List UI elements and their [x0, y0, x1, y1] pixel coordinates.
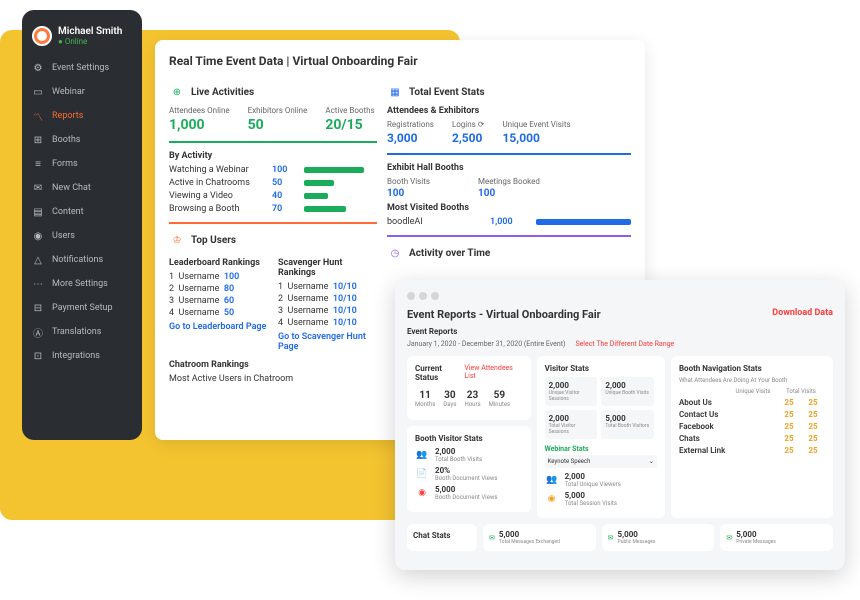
nav-icon: ✉: [32, 182, 44, 194]
nav-icon: 〽: [32, 110, 44, 122]
chat-icon: ✉: [489, 534, 495, 542]
chat-icon: ✉: [608, 534, 614, 542]
nav-webinar[interactable]: ▭Webinar: [22, 80, 142, 104]
window-dots: [407, 292, 833, 300]
nav-integrations[interactable]: ⊡Integrations: [22, 344, 142, 368]
nav-forms[interactable]: ≡Forms: [22, 152, 142, 176]
nav-icon: △: [32, 254, 44, 266]
globe-icon: ⊕: [169, 84, 185, 100]
nav-icon: ⊟: [32, 302, 44, 314]
view-attendees-link[interactable]: View Attendees List: [464, 364, 522, 386]
stat-icon: 👥: [415, 448, 429, 462]
nav-payment-setup[interactable]: ⊟Payment Setup: [22, 296, 142, 320]
trophy-icon: ♔: [169, 232, 185, 248]
download-button[interactable]: Download Data: [772, 308, 833, 318]
profile-status: ● Online: [58, 37, 122, 46]
stat-icon: ◉: [545, 492, 559, 506]
reports-title: Event Reports - Virtual Onboarding Fair: [407, 308, 674, 321]
nav-notifications[interactable]: △Notifications: [22, 248, 142, 272]
nav-icon: ◉: [32, 230, 44, 242]
profile[interactable]: Michael Smith ● Online: [22, 20, 142, 52]
nav-icon: ≡: [32, 158, 44, 170]
nav-more-settings[interactable]: ⋯More Settings: [22, 272, 142, 296]
leaderboard-link[interactable]: Go to Leaderboard Page: [169, 322, 268, 332]
nav-booths[interactable]: ⊞Booths: [22, 128, 142, 152]
chart-icon: ▦: [387, 84, 403, 100]
nav-reports[interactable]: 〽Reports: [22, 104, 142, 128]
chevron-down-icon: ⌄: [649, 458, 654, 465]
chat-icon: ✉: [726, 534, 732, 542]
select-date-link[interactable]: Select The Different Date Range: [575, 340, 674, 348]
page-title: Real Time Event Data | Virtual Onboardin…: [169, 54, 631, 68]
stat-icon: 📄: [415, 467, 429, 481]
nav-icon: ▭: [32, 86, 44, 98]
reports-card: Event Reports - Virtual Onboarding Fair …: [395, 280, 845, 570]
avatar: [32, 26, 52, 46]
nav-users[interactable]: ◉Users: [22, 224, 142, 248]
nav-event-settings[interactable]: ⚙Event Settings: [22, 56, 142, 80]
nav-icon: ⊡: [32, 350, 44, 362]
stat-icon: ◉: [415, 486, 429, 500]
nav-icon: ⊞: [32, 134, 44, 146]
clock-icon: ◷: [387, 245, 403, 261]
stat-icon: 👥: [545, 473, 559, 487]
nav-translations[interactable]: ⒶTranslations: [22, 320, 142, 344]
nav-icon: ▤: [32, 206, 44, 218]
nav-new-chat[interactable]: ✉New Chat: [22, 176, 142, 200]
sidebar: Michael Smith ● Online ⚙Event Settings▭W…: [22, 10, 142, 440]
nav-icon: ⋯: [32, 278, 44, 290]
nav-content[interactable]: ▤Content: [22, 200, 142, 224]
webinar-select[interactable]: Keynote Speech⌄: [545, 455, 657, 468]
nav-icon: Ⓐ: [32, 326, 44, 338]
profile-name: Michael Smith: [58, 26, 122, 37]
scavenger-link[interactable]: Go to Scavenger Hunt Page: [278, 332, 377, 352]
nav-icon: ⚙: [32, 62, 44, 74]
